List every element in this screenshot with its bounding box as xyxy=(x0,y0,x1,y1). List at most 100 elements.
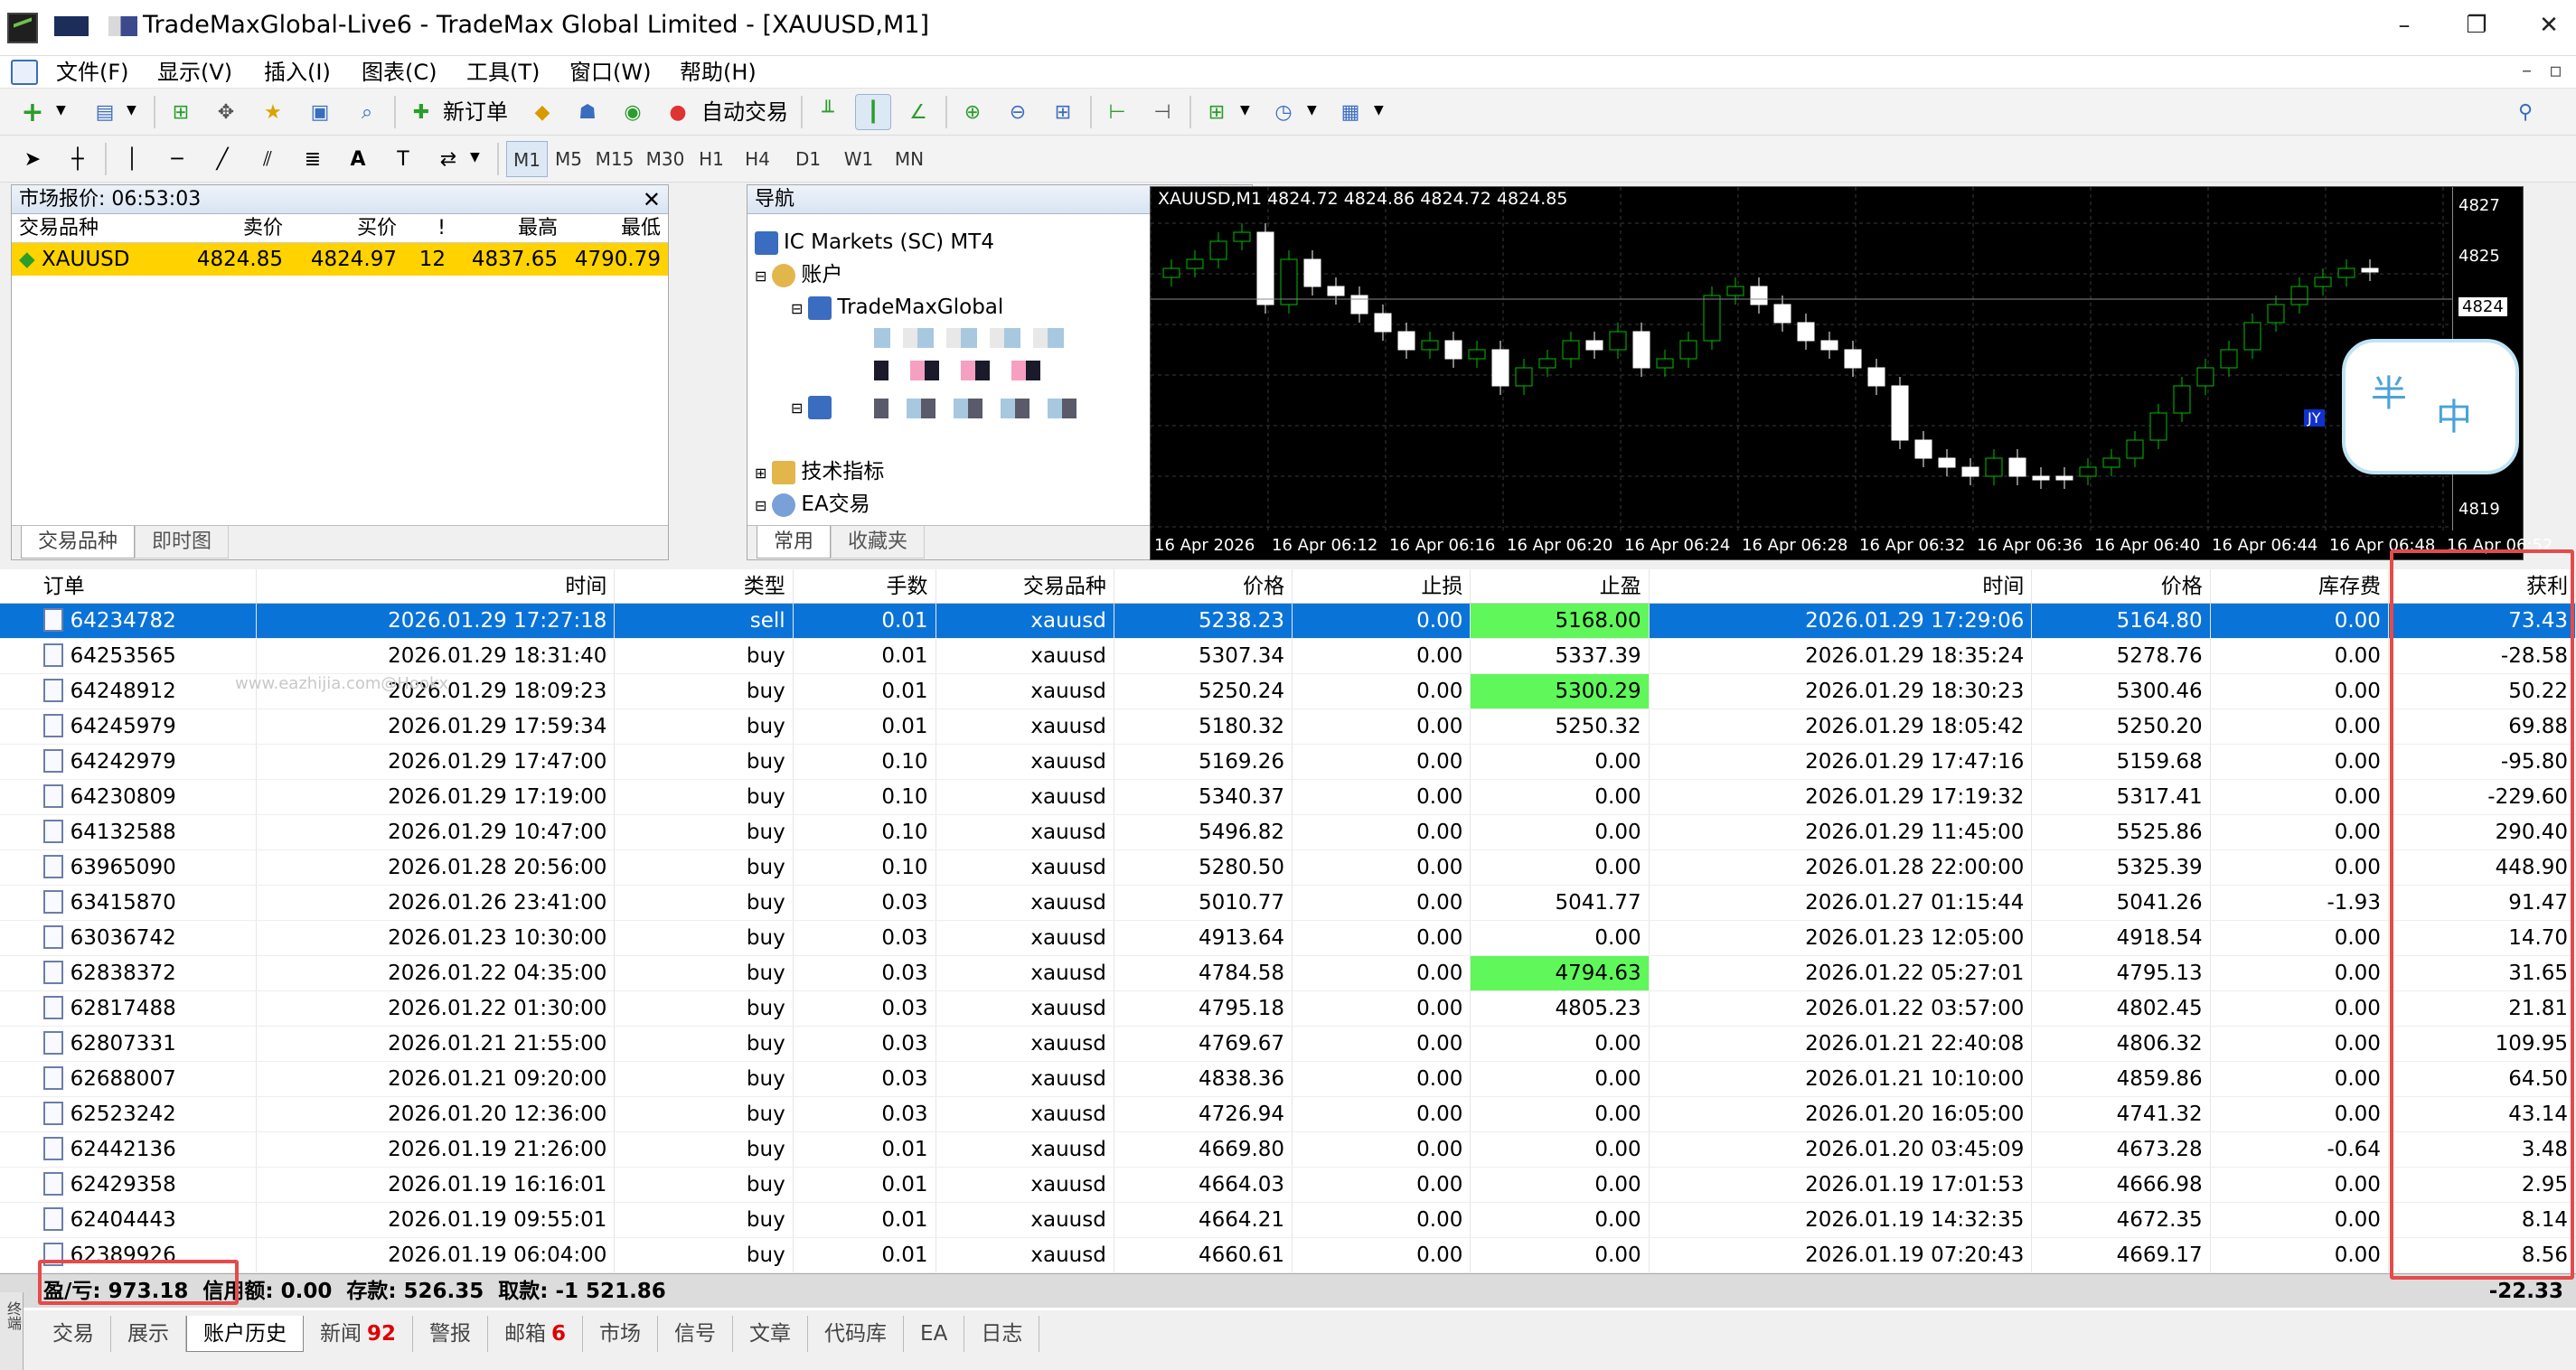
minimize-button[interactable]: – xyxy=(2377,7,2431,43)
tf-m30[interactable]: M30 xyxy=(640,141,691,177)
zoom-in-icon[interactable]: ⊕ xyxy=(954,94,991,130)
terminal-tab-4[interactable]: 警报 xyxy=(413,1316,489,1352)
history-row[interactable]: 62389926 2026.01.19 06:04:00 buy 0.01 xauusd… xyxy=(0,1238,2576,1273)
history-row[interactable]: 62838372 2026.01.22 04:35:00 buy 0.03 xauusd… xyxy=(0,956,2576,991)
nav-broker[interactable]: IC Markets (SC) MT4 xyxy=(755,227,994,258)
indicators-dropdown-icon[interactable]: ▼ xyxy=(1240,103,1250,117)
tab-common[interactable]: 常用 xyxy=(757,526,832,558)
horizontal-line-icon[interactable]: ─ xyxy=(159,141,195,177)
new-order-button[interactable]: 新订单 xyxy=(443,94,508,130)
history-row[interactable]: 63965090 2026.01.28 20:56:00 buy 0.10 xauusd… xyxy=(0,850,2576,886)
history-row[interactable]: 64242979 2026.01.29 17:47:00 buy 0.10 xauusd… xyxy=(0,745,2576,780)
close-button[interactable]: ✕ xyxy=(2522,7,2576,43)
price-chart[interactable]: XAUUSD,M1 4824.72 4824.86 4824.72 4824.8… xyxy=(1150,186,2552,560)
line-chart-icon[interactable]: ∠ xyxy=(900,94,936,130)
tf-m5[interactable]: M5 xyxy=(548,141,589,177)
col-spread[interactable]: ! xyxy=(404,214,453,242)
crosshair-icon[interactable]: ┼ xyxy=(60,141,96,177)
terminal-tab-8[interactable]: 文章 xyxy=(733,1316,809,1352)
col-type[interactable]: 类型 xyxy=(615,569,794,603)
history-row[interactable]: 62429358 2026.01.19 16:16:01 buy 0.01 xauusd… xyxy=(0,1168,2576,1203)
col-high[interactable]: 最高 xyxy=(453,214,565,242)
history-row[interactable]: 63415870 2026.01.26 23:41:00 buy 0.03 xauusd… xyxy=(0,886,2576,921)
arrows-dropdown-icon[interactable]: ▼ xyxy=(470,150,480,164)
terminal-tab-11[interactable]: 日志 xyxy=(964,1316,1040,1352)
chart-shift-icon[interactable]: ⊢ xyxy=(1099,94,1135,130)
col-symbol[interactable]: 交易品种 xyxy=(936,569,1114,603)
auto-scroll-icon[interactable]: ⊣ xyxy=(1144,94,1180,130)
tab-tick-chart[interactable]: 即时图 xyxy=(135,526,230,558)
indicators-icon[interactable]: ⊞ xyxy=(1199,94,1235,130)
terminal-tab-5[interactable]: 邮箱 6 xyxy=(488,1316,584,1352)
profiles-icon[interactable]: ▤ xyxy=(87,94,123,130)
history-row[interactable]: 64245979 2026.01.29 17:59:34 buy 0.01 xauusd… xyxy=(0,709,2576,745)
terminal-icon[interactable]: ▣ xyxy=(302,94,338,130)
terminal-tab-6[interactable]: 市场 xyxy=(583,1316,659,1352)
terminal-tab-1[interactable]: 展示 xyxy=(111,1316,186,1352)
tf-m1[interactable]: M1 xyxy=(506,141,548,177)
tab-symbols[interactable]: 交易品种 xyxy=(21,526,136,558)
nav-indicators[interactable]: ⊞ 技术指标 xyxy=(755,456,884,487)
auto-trading-icon[interactable]: ● xyxy=(660,94,696,130)
market-row-xauusd[interactable]: ◆ XAUUSD 4824.85 4824.97 12 4837.65 4790… xyxy=(12,243,668,276)
tester-icon[interactable]: ⌕ xyxy=(349,94,385,130)
col-swap[interactable]: 库存费 xyxy=(2211,569,2389,603)
arrows-icon[interactable]: ⇄ xyxy=(430,141,466,177)
menu-charts[interactable]: 图表(C) xyxy=(358,56,440,89)
col-sl[interactable]: 止损 xyxy=(1293,569,1471,603)
templates-dropdown-icon[interactable]: ▼ xyxy=(1374,103,1384,117)
nav-experts[interactable]: ⊟ EA交易 xyxy=(755,489,870,520)
terminal-tab-9[interactable]: 代码库 xyxy=(808,1316,905,1352)
menu-file[interactable]: 文件(F) xyxy=(52,56,133,89)
col-lots[interactable]: 手数 xyxy=(794,569,936,603)
dropdown-arrow-icon[interactable]: ▼ xyxy=(56,103,66,117)
tab-favorites[interactable]: 收藏夹 xyxy=(831,526,926,558)
bar-chart-icon[interactable]: ╨ xyxy=(810,94,846,130)
periods-icon[interactable]: ◷ xyxy=(1265,94,1302,130)
collapse-icon[interactable]: ⊟ xyxy=(755,267,766,285)
history-row[interactable]: 64253565 2026.01.29 18:31:40 buy 0.01 xauusd… xyxy=(0,639,2576,674)
history-row[interactable]: 62688007 2026.01.21 09:20:00 buy 0.03 xauusd… xyxy=(0,1062,2576,1097)
text-label-icon[interactable]: T xyxy=(385,141,421,177)
terminal-tab-10[interactable]: EA xyxy=(904,1316,965,1352)
nav-account-trademax[interactable]: ⊟ TradeMaxGlobal xyxy=(791,292,1003,323)
collapse-icon[interactable]: ⊟ xyxy=(755,497,766,514)
new-chart-icon[interactable]: + xyxy=(14,94,51,130)
history-row[interactable]: 62807331 2026.01.21 21:55:00 buy 0.03 xauusd… xyxy=(0,1027,2576,1062)
cursor-icon[interactable]: ➤ xyxy=(14,141,51,177)
meta-editor-icon[interactable]: ◆ xyxy=(524,94,560,130)
search-icon[interactable]: ⚲ xyxy=(2507,94,2543,130)
terminal-tab-2[interactable]: 账户历史 xyxy=(186,1316,304,1352)
history-row[interactable]: 64132588 2026.01.29 10:47:00 buy 0.10 xauusd… xyxy=(0,815,2576,850)
tf-h4[interactable]: H4 xyxy=(732,141,783,177)
col-close_price[interactable]: 价格 xyxy=(2032,569,2211,603)
child-window-icon[interactable] xyxy=(11,60,38,85)
history-row[interactable]: 62523242 2026.01.20 12:36:00 buy 0.03 xauusd… xyxy=(0,1097,2576,1132)
menu-help[interactable]: 帮助(H) xyxy=(676,56,760,89)
menu-insert[interactable]: 插入(I) xyxy=(260,56,334,89)
history-row[interactable]: 62817488 2026.01.22 01:30:00 buy 0.03 xauusd… xyxy=(0,991,2576,1027)
tf-h1[interactable]: H1 xyxy=(691,141,732,177)
restore-button[interactable]: ❐ xyxy=(2449,7,2504,43)
new-order-icon[interactable]: ✚ xyxy=(403,94,439,130)
history-row[interactable]: 62404443 2026.01.19 09:55:01 buy 0.01 xauusd… xyxy=(0,1203,2576,1238)
history-row[interactable]: 62442136 2026.01.19 21:26:00 buy 0.01 xauusd… xyxy=(0,1132,2576,1168)
text-tool-icon[interactable]: A xyxy=(340,141,376,177)
periods-dropdown-icon[interactable]: ▼ xyxy=(1307,103,1317,117)
menu-view[interactable]: 显示(V) xyxy=(154,56,236,89)
history-row[interactable]: 63036742 2026.01.23 10:30:00 buy 0.03 xauusd… xyxy=(0,921,2576,956)
history-row[interactable]: 64234782 2026.01.29 17:27:18 sell 0.01 xauus… xyxy=(0,604,2576,639)
auto-trading-button[interactable]: 自动交易 xyxy=(701,94,788,130)
col-tp[interactable]: 止盈 xyxy=(1471,569,1650,603)
col-ticket[interactable]: 订单 xyxy=(36,569,258,603)
tf-m15[interactable]: M15 xyxy=(589,141,640,177)
terminal-tab-3[interactable]: 新闻 92 xyxy=(304,1316,414,1352)
col-symbol[interactable]: 交易品种 xyxy=(12,214,164,242)
mdi-minimize-button[interactable]: – xyxy=(2522,60,2532,82)
equidistant-channel-icon[interactable]: ⫽ xyxy=(249,141,286,177)
accounts-icon[interactable]: ☗ xyxy=(569,94,606,130)
mdi-restore-button[interactable]: ▫ xyxy=(2549,60,2562,82)
terminal-tab-0[interactable]: 交易 xyxy=(36,1316,111,1352)
menu-tools[interactable]: 工具(T) xyxy=(463,56,543,89)
navigator-icon[interactable]: ★ xyxy=(255,94,291,130)
